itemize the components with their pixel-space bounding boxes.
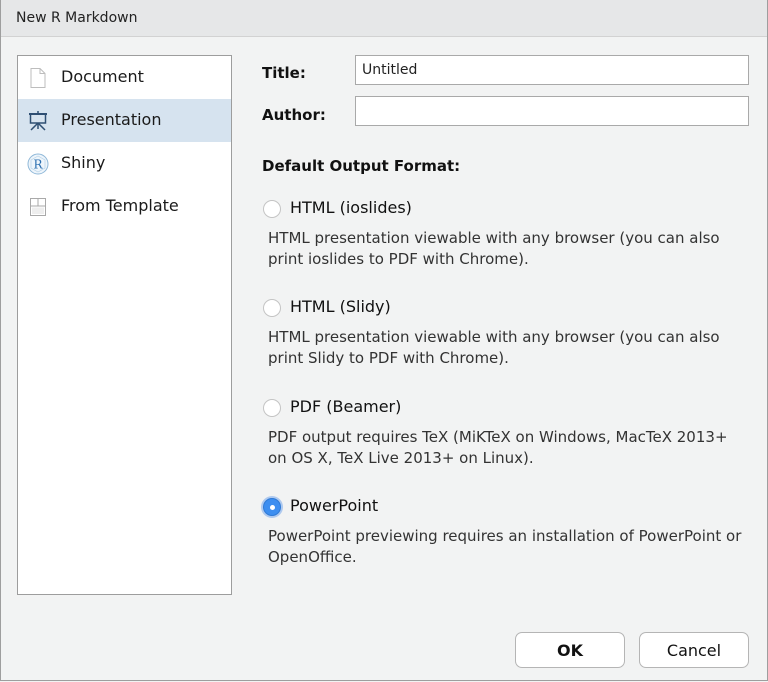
author-input[interactable] [355, 96, 749, 126]
option-description: HTML presentation viewable with any brow… [268, 328, 720, 367]
title-input[interactable] [355, 55, 749, 85]
template-type-list: Document Presentation R Shiny From Templ… [17, 55, 232, 595]
document-icon [27, 67, 49, 89]
option-label[interactable]: PowerPoint [290, 496, 378, 515]
sidebar-item-from-template[interactable]: From Template [18, 185, 231, 228]
radio-html-slidy[interactable] [263, 299, 281, 317]
shiny-r-icon: R [27, 153, 49, 175]
author-label: Author: [262, 106, 326, 124]
option-label[interactable]: HTML (ioslides) [290, 198, 412, 217]
option-description: PDF output requires TeX (MiKTeX on Windo… [268, 428, 728, 467]
sidebar-item-presentation[interactable]: Presentation [18, 99, 231, 142]
radio-powerpoint[interactable] [263, 498, 281, 516]
option-description: HTML presentation viewable with any brow… [268, 229, 720, 268]
ok-button[interactable]: OK [515, 632, 625, 668]
cancel-button[interactable]: Cancel [639, 632, 749, 668]
option-description: PowerPoint previewing requires an instal… [268, 527, 742, 566]
presentation-easel-icon [27, 110, 49, 132]
radio-html-ioslides[interactable] [263, 200, 281, 218]
window-title: New R Markdown [16, 10, 138, 26]
svg-text:R: R [33, 158, 43, 172]
template-icon [27, 196, 49, 218]
title-bar: New R Markdown [1, 0, 767, 37]
title-label: Title: [262, 64, 306, 82]
option-label[interactable]: HTML (Slidy) [290, 297, 391, 316]
default-output-format-heading: Default Output Format: [262, 157, 461, 175]
new-r-markdown-dialog: New R Markdown Document Presentation R S… [0, 0, 768, 681]
sidebar-item-shiny[interactable]: R Shiny [18, 142, 231, 185]
option-label[interactable]: PDF (Beamer) [290, 397, 401, 416]
radio-pdf-beamer[interactable] [263, 399, 281, 417]
sidebar-item-document[interactable]: Document [18, 56, 231, 99]
